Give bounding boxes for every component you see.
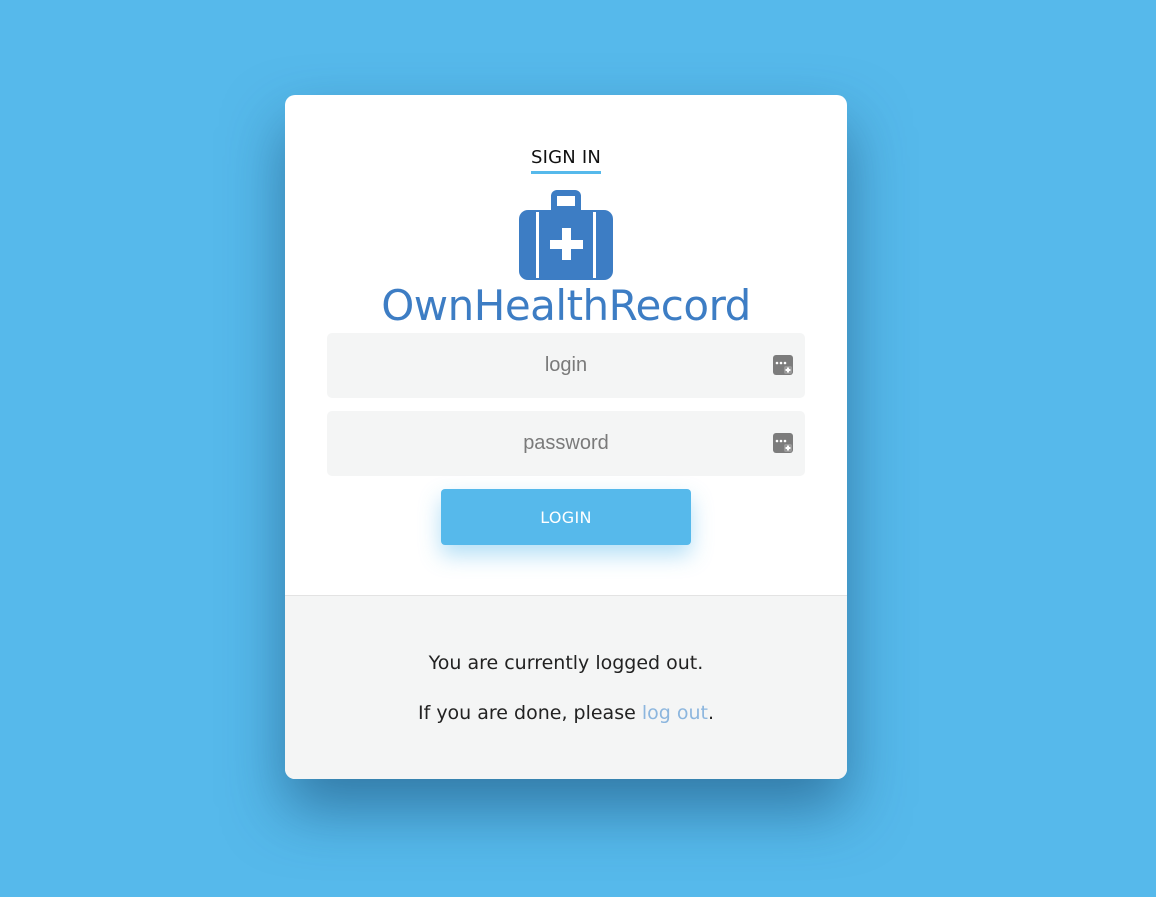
password-field[interactable] <box>327 411 805 476</box>
password-manager-key-icon[interactable] <box>773 355 793 375</box>
logout-prompt-suffix: . <box>707 702 714 724</box>
logout-link[interactable]: log out <box>642 702 708 724</box>
logout-status-text: You are currently logged out. <box>428 652 704 674</box>
medical-kit-icon <box>519 190 613 280</box>
password-input[interactable] <box>327 411 805 476</box>
login-field[interactable] <box>327 333 805 398</box>
logout-prompt: If you are done, please log out. <box>285 702 847 724</box>
sign-in-tab-wrapper: SIGN IN <box>285 147 847 174</box>
card-footer: You are currently logged out. If you are… <box>285 595 847 779</box>
login-input[interactable] <box>327 333 805 398</box>
brand-name: OwnHealthRecord <box>381 281 751 330</box>
tab-sign-in[interactable]: SIGN IN <box>530 147 602 174</box>
login-card: SIGN IN OwnHealthRecord login LOGIN You … <box>285 95 847 779</box>
brand-logo <box>285 190 847 280</box>
login-button[interactable]: LOGIN <box>441 489 691 545</box>
password-manager-key-icon[interactable] <box>773 433 793 453</box>
logout-prompt-prefix: If you are done, please <box>417 702 642 724</box>
